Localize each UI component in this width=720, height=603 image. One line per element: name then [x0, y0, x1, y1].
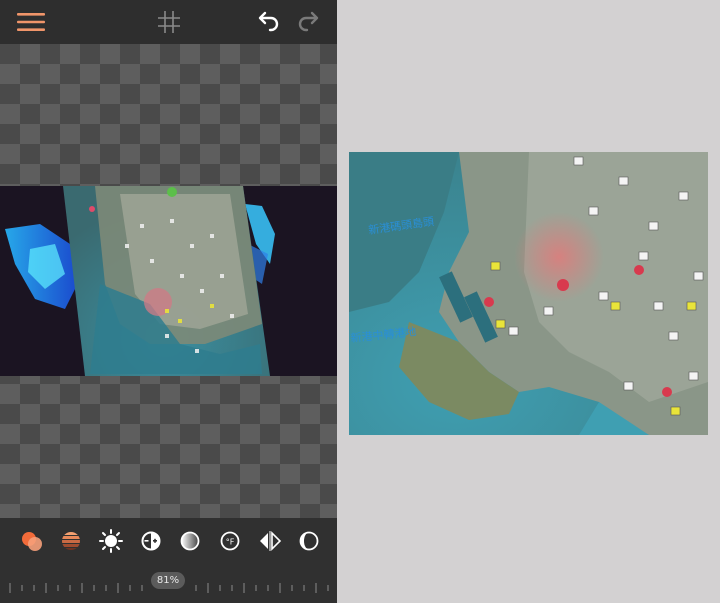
contrast-icon[interactable] — [138, 528, 164, 554]
layers-icon[interactable] — [19, 528, 45, 554]
flip-icon[interactable] — [257, 528, 283, 554]
editor-panel: °F 81% — [0, 0, 337, 603]
layered-image[interactable] — [0, 44, 337, 518]
gradient-icon[interactable] — [58, 528, 84, 554]
redo-icon[interactable] — [293, 6, 325, 38]
saturation-icon[interactable] — [177, 528, 203, 554]
vibrance-icon[interactable] — [296, 528, 322, 554]
menu-icon[interactable] — [15, 6, 47, 38]
undo-icon[interactable] — [252, 6, 284, 38]
adjust-toolbar: °F 81% — [0, 518, 337, 603]
grid-icon[interactable] — [153, 6, 185, 38]
top-bar — [0, 0, 337, 44]
svg-text:°F: °F — [226, 538, 235, 547]
temperature-icon[interactable]: °F — [217, 528, 243, 554]
map-preview: 新港碼頭島頭 新港中轉港地 — [349, 152, 708, 435]
zoom-badge: 81% — [151, 572, 185, 589]
brightness-icon[interactable] — [98, 528, 124, 554]
editor-canvas[interactable] — [0, 44, 337, 518]
